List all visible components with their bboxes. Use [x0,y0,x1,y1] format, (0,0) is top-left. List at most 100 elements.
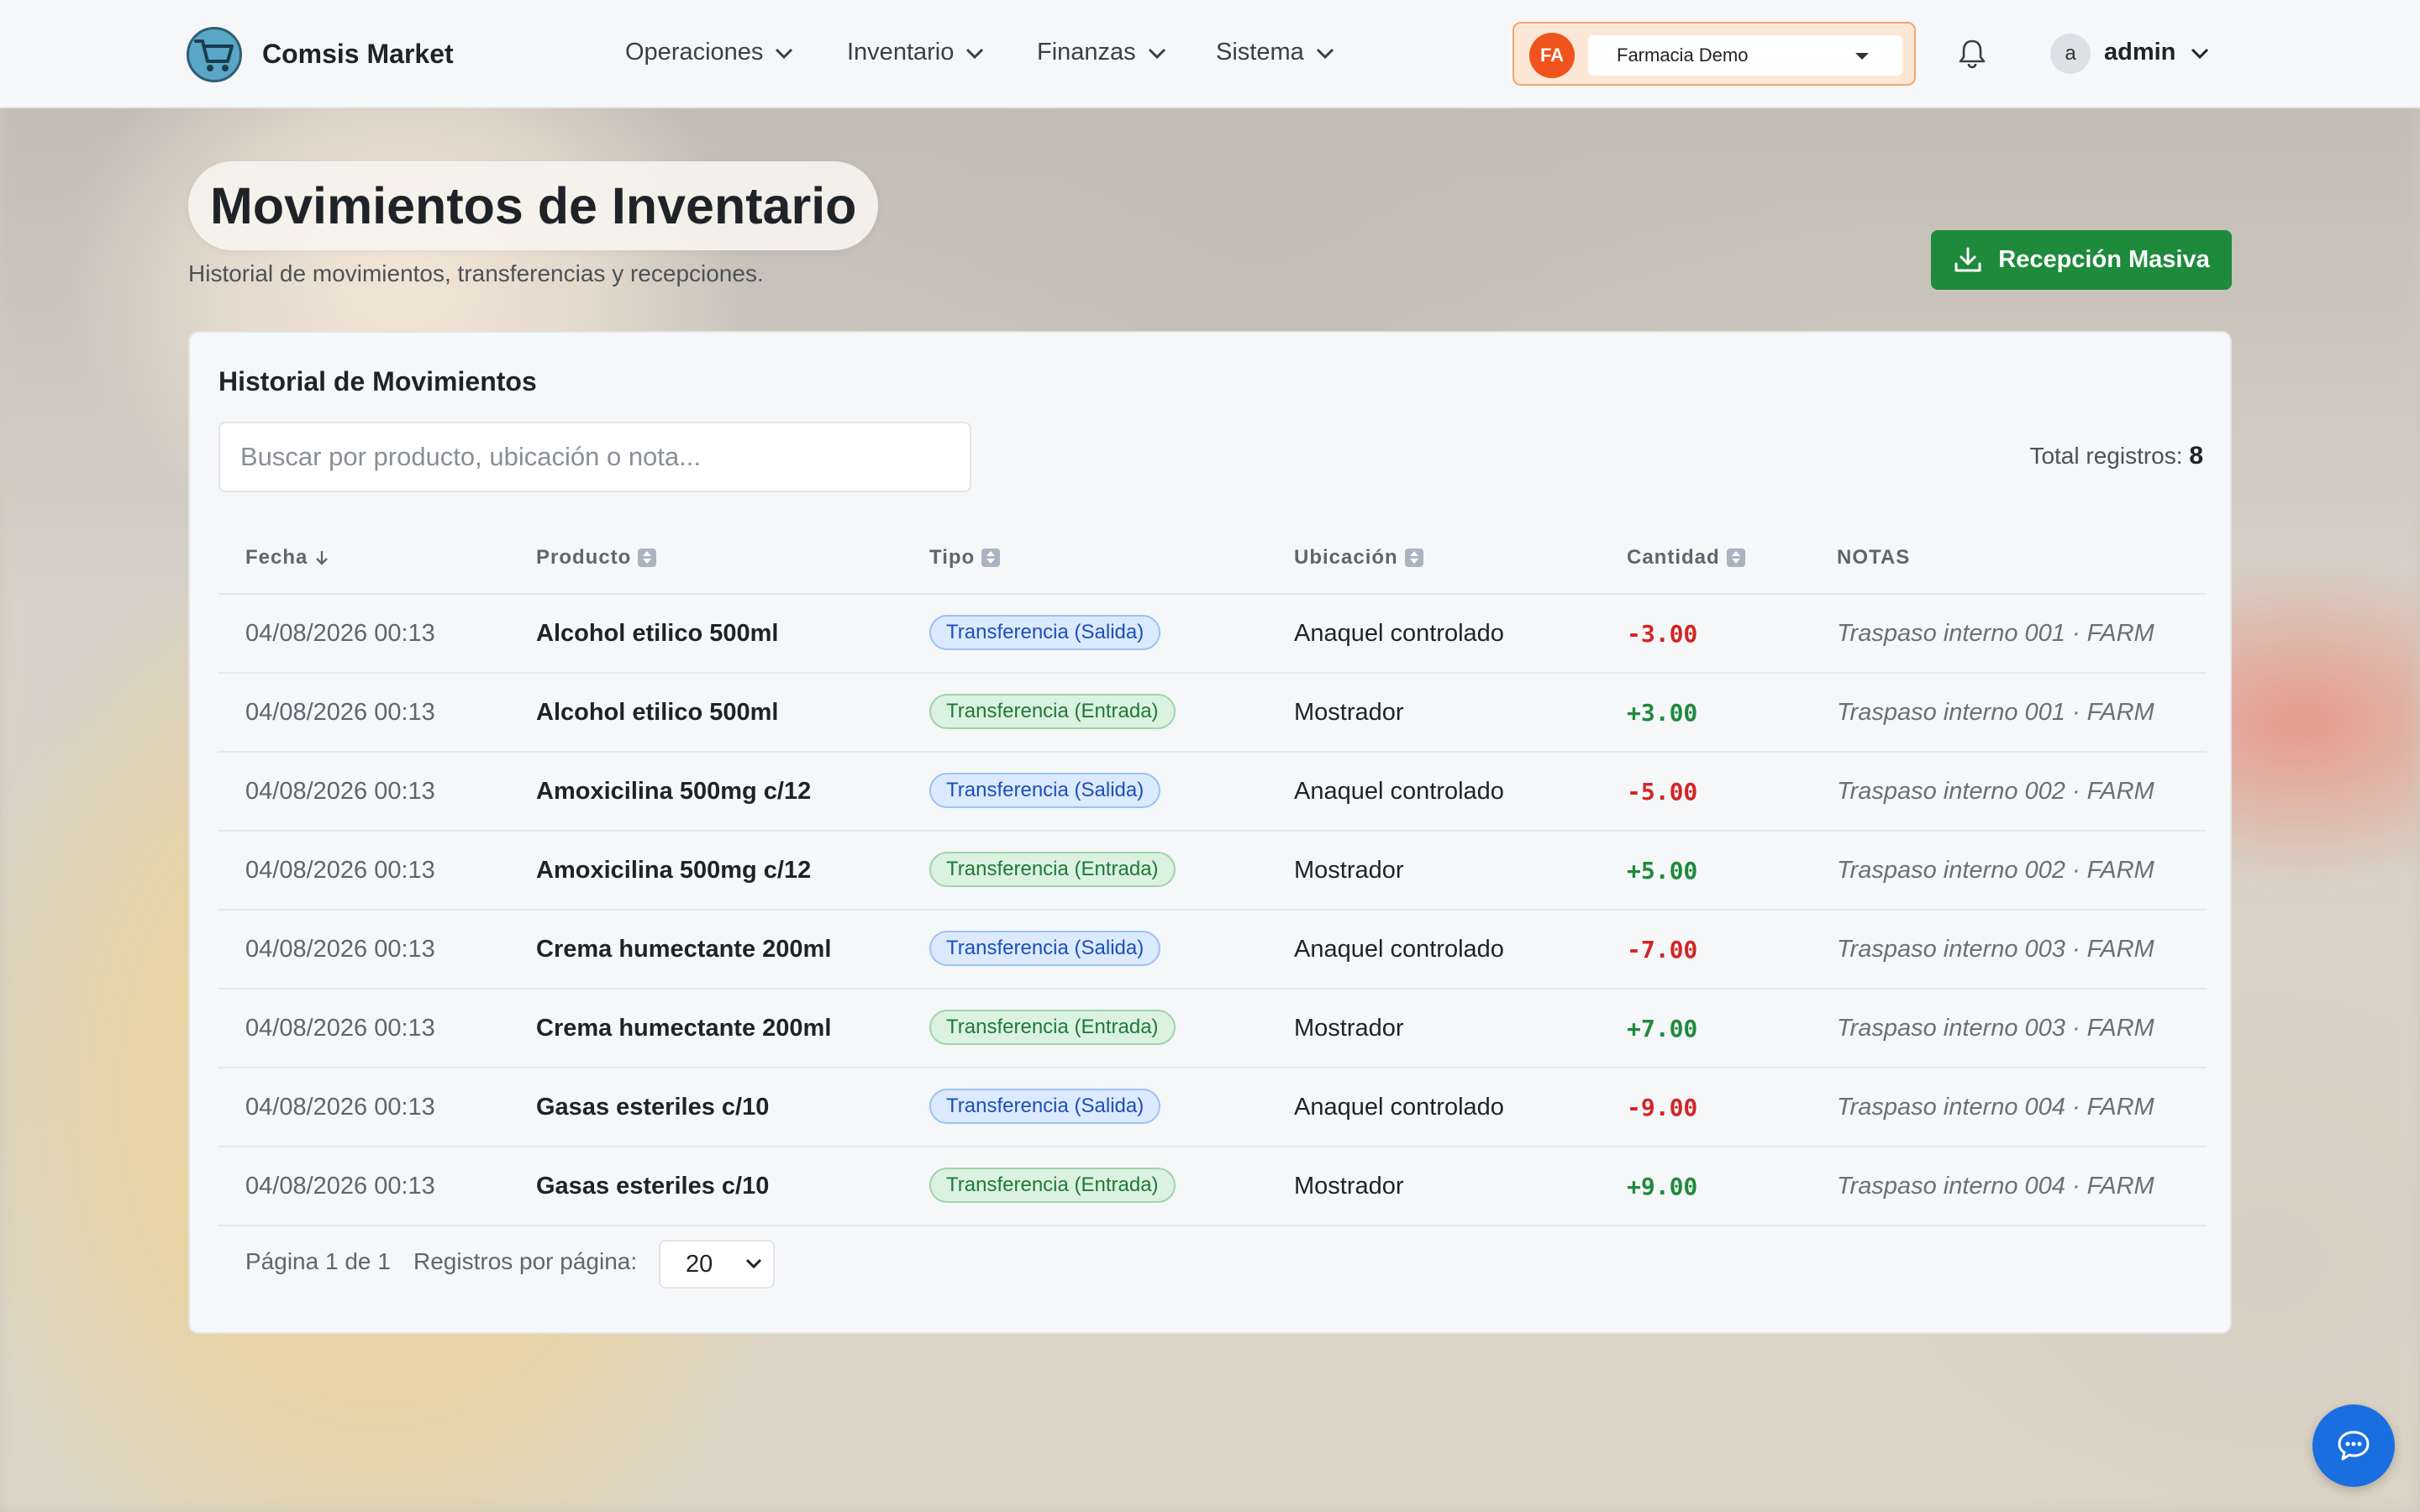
col-cantidad-label: Cantidad [1627,546,1720,569]
cell-type: Transferencia (Entrada) [929,694,1176,729]
store-select-value[interactable]: Farmacia Demo [1588,35,1902,76]
table-row[interactable]: 04/08/2026 00:13 Gasas esteriles c/10 Tran… [218,1147,2207,1226]
cell-date: 04/08/2026 00:13 [245,1094,435,1121]
cell-note: Traspaso interno 003 · FARM [1837,936,2154,963]
cell-location: Anaquel controlado [1294,936,1504,963]
cell-date: 04/08/2026 00:13 [245,936,435,963]
type-badge: Transferencia (Salida) [929,615,1161,650]
nav-label: Sistema [1216,39,1304,66]
caret-down-icon [1855,53,1869,60]
table-row[interactable]: 04/08/2026 00:13 Alcohol etilico 500ml Tra… [218,595,2207,674]
type-badge: Transferencia (Entrada) [929,1168,1176,1203]
cell-note: Traspaso interno 003 · FARM [1837,1015,2154,1042]
total-value: 8 [2189,442,2203,470]
cell-location: Anaquel controlado [1294,778,1504,805]
col-producto-label: Producto [536,546,632,569]
per-page-select[interactable]: 20 [659,1240,775,1289]
cell-product: Crema humectante 200ml [536,936,832,963]
cell-product: Gasas esteriles c/10 [536,1173,770,1200]
cell-date: 04/08/2026 00:13 [245,699,435,726]
cell-quantity: -5.00 [1627,778,1698,806]
user-avatar[interactable]: a [2050,34,2091,74]
cell-date: 04/08/2026 00:13 [245,620,435,647]
page-indicator: Página 1 de 1 [245,1248,391,1274]
chevron-down-icon [1316,48,1334,59]
col-notas-label: NOTAS [1837,546,1911,569]
cell-type: Transferencia (Entrada) [929,1010,1176,1045]
cell-date: 04/08/2026 00:13 [245,1015,435,1042]
nav-finanzas[interactable]: Finanzas [1037,39,1168,66]
sort-icon [1726,549,1745,567]
cell-note: Traspaso interno 002 · FARM [1837,778,2154,805]
col-notas: NOTAS [1837,546,1910,570]
mass-reception-label: Recepción Masiva [1998,246,2210,273]
cell-quantity: -7.00 [1627,936,1698,963]
nav-sistema[interactable]: Sistema [1216,39,1336,66]
cell-location: Mostrador [1294,699,1404,726]
arrow-down-icon [316,551,329,565]
store-avatar: FA [1529,33,1575,78]
cell-note: Traspaso interno 001 · FARM [1837,620,2154,647]
mass-reception-button[interactable]: Recepción Masiva [1931,230,2232,290]
store-name: Farmacia Demo [1617,45,1749,66]
sort-icon [981,549,1001,567]
type-badge: Transferencia (Entrada) [929,694,1176,729]
total-label: Total registros: [2029,443,2183,469]
top-navbar: Comsis Market Operaciones Inventario Fin… [0,0,2420,108]
chat-button[interactable] [2312,1404,2395,1487]
table-row[interactable]: 04/08/2026 00:13 Crema humectante 200ml Tr… [218,990,2207,1068]
brand-name[interactable]: Comsis Market [262,39,454,70]
card-title: Historial de Movimientos [218,366,537,396]
table-row[interactable]: 04/08/2026 00:13 Alcohol etilico 500ml Tra… [218,674,2207,753]
col-tipo-label: Tipo [929,546,976,569]
type-badge: Transferencia (Entrada) [929,1010,1176,1045]
cell-type: Transferencia (Salida) [929,1089,1161,1124]
cell-note: Traspaso interno 004 · FARM [1837,1094,2154,1121]
col-cantidad[interactable]: Cantidad [1627,546,1745,570]
table-row[interactable]: 04/08/2026 00:13 Amoxicilina 500mg c/12 Tr… [218,753,2207,832]
cell-note: Traspaso interno 002 · FARM [1837,857,2154,884]
chat-bubble-icon [2338,1431,2370,1461]
bell-icon[interactable] [1955,37,1989,71]
col-fecha-label: Fecha [245,546,308,569]
cell-type: Transferencia (Entrada) [929,1168,1176,1203]
table-row[interactable]: 04/08/2026 00:13 Amoxicilina 500mg c/12 Tr… [218,832,2207,911]
table-row[interactable]: 04/08/2026 00:13 Crema humectante 200ml Tr… [218,911,2207,990]
col-ubicacion[interactable]: Ubicación [1294,546,1423,570]
chevron-down-icon [966,48,984,59]
nav-inventario[interactable]: Inventario [847,39,986,66]
cell-note: Traspaso interno 004 · FARM [1837,1173,2154,1200]
search-input[interactable] [218,422,971,492]
cell-type: Transferencia (Salida) [929,931,1161,966]
cell-type: Transferencia (Salida) [929,773,1161,808]
col-fecha[interactable]: Fecha [245,546,329,570]
sort-icon [638,549,657,567]
chevron-down-icon [745,1258,762,1269]
table-row[interactable]: 04/08/2026 00:13 Gasas esteriles c/10 Tran… [218,1068,2207,1147]
sort-icon [1404,549,1423,567]
col-producto[interactable]: Producto [536,546,657,570]
cell-location: Mostrador [1294,1173,1404,1200]
type-badge: Transferencia (Salida) [929,773,1161,808]
total-records: Total registros: 8 [2029,442,2203,470]
chevron-down-icon [1148,48,1165,59]
cell-note: Traspaso interno 001 · FARM [1837,699,2154,726]
nav-label: Operaciones [625,39,764,66]
shopping-cart-icon[interactable] [187,27,242,82]
col-tipo[interactable]: Tipo [929,546,1001,570]
per-page-value: 20 [686,1251,713,1278]
user-name: admin [2104,39,2176,66]
movements-card: Historial de Movimientos Total registros… [188,331,2232,1334]
chevron-down-icon [2191,48,2209,59]
cell-date: 04/08/2026 00:13 [245,778,435,805]
cell-product: Alcohol etilico 500ml [536,620,779,647]
nav-operaciones[interactable]: Operaciones [625,39,795,66]
type-badge: Transferencia (Salida) [929,1089,1161,1124]
cell-quantity: -9.00 [1627,1094,1698,1121]
nav-label: Finanzas [1037,39,1136,66]
cell-product: Crema humectante 200ml [536,1015,832,1042]
user-menu[interactable]: admin [2104,39,2211,66]
type-badge: Transferencia (Entrada) [929,852,1176,887]
store-selector[interactable]: FA Farmacia Demo [1512,22,1916,86]
type-badge: Transferencia (Salida) [929,931,1161,966]
